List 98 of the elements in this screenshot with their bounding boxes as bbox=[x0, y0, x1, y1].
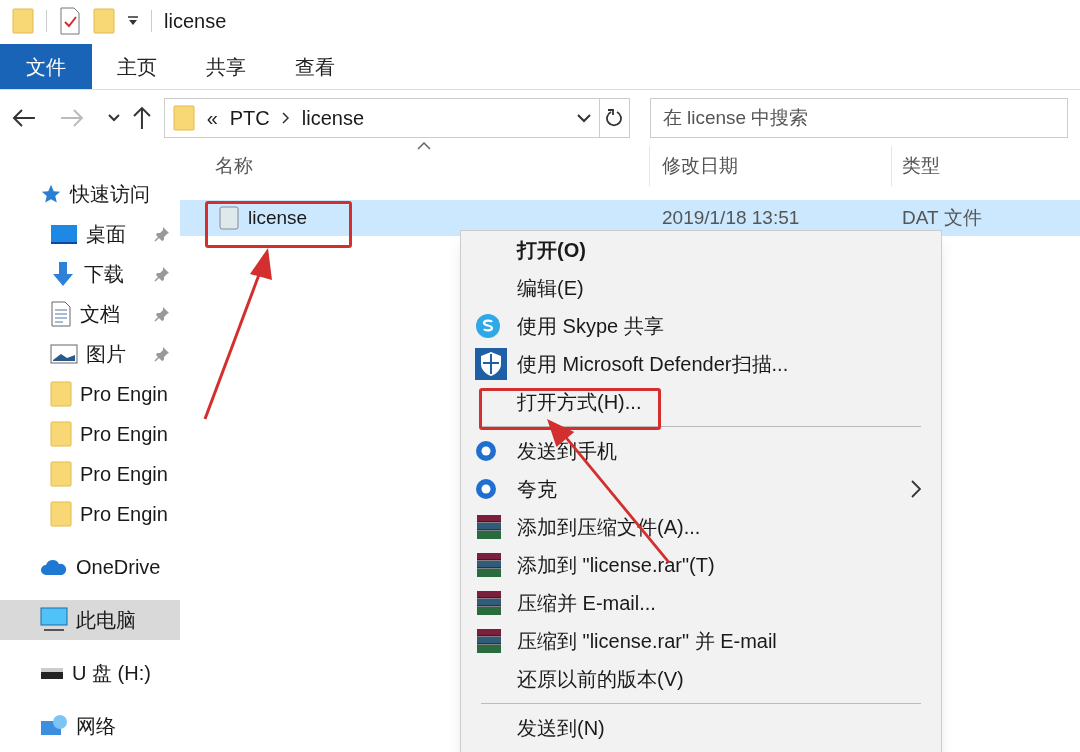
menu-item[interactable]: 打开方式(H)... bbox=[461, 383, 941, 421]
sidebar-item[interactable]: 此电脑 bbox=[0, 600, 180, 640]
drive-icon bbox=[40, 666, 64, 680]
menu-label: 压缩到 "license.rar" 并 E-mail bbox=[517, 629, 777, 654]
menu-label: 发送到(N) bbox=[517, 716, 605, 741]
sidebar-item[interactable]: 图片 bbox=[0, 334, 180, 374]
document-icon bbox=[50, 301, 72, 327]
refresh-icon bbox=[606, 109, 623, 127]
folder-icon bbox=[12, 8, 34, 34]
cloud-icon bbox=[40, 558, 68, 576]
sidebar-label: 图片 bbox=[86, 342, 126, 367]
down-arrow-icon bbox=[50, 261, 76, 287]
sidebar-item[interactable]: Pro Engin bbox=[0, 494, 180, 534]
chevron-down-icon[interactable] bbox=[576, 113, 591, 123]
sidebar-item[interactable]: 网络 bbox=[0, 706, 180, 746]
menu-item[interactable]: 编辑(E) bbox=[461, 269, 941, 307]
folder-icon bbox=[50, 421, 72, 447]
folder-icon bbox=[50, 501, 72, 527]
menu-item[interactable]: 添加到 "license.rar"(T) bbox=[461, 546, 941, 584]
sidebar-item[interactable]: Pro Engin bbox=[0, 454, 180, 494]
ribbon-tab[interactable]: 文件 bbox=[0, 44, 92, 89]
menu-label: 编辑(E) bbox=[517, 276, 584, 301]
file-date: 2019/1/18 13:51 bbox=[661, 205, 801, 230]
menu-item[interactable]: 还原以前的版本(V) bbox=[461, 660, 941, 698]
books-stack-icon bbox=[475, 551, 503, 579]
monitor-icon bbox=[50, 223, 78, 245]
menu-label: 添加到 "license.rar"(T) bbox=[517, 553, 715, 578]
sidebar-item[interactable]: 快速访问 bbox=[0, 174, 180, 214]
shield-icon bbox=[475, 348, 507, 380]
sidebar-label: 网络 bbox=[76, 714, 116, 739]
computer-icon bbox=[40, 607, 68, 633]
books-stack-icon bbox=[475, 513, 503, 541]
sidebar-item[interactable]: 桌面 bbox=[0, 214, 180, 254]
file-row[interactable]: license 2019/1/18 13:51 DAT 文件 bbox=[180, 200, 1080, 236]
sidebar-label: 文档 bbox=[80, 302, 120, 327]
menu-label: 打开方式(H)... bbox=[517, 390, 642, 415]
folder-icon bbox=[172, 105, 195, 131]
star-icon bbox=[40, 183, 62, 205]
menu-label: 使用 Microsoft Defender扫描... bbox=[517, 352, 789, 377]
chevron-right-icon bbox=[281, 112, 290, 124]
ribbon-tab[interactable]: 查看 bbox=[270, 44, 359, 89]
picture-icon bbox=[50, 343, 78, 365]
path-overflow: « bbox=[206, 106, 218, 131]
sidebar-item[interactable]: U 盘 (H:) bbox=[0, 653, 180, 693]
sidebar-label: Pro Engin bbox=[80, 462, 168, 487]
chevron-down-icon[interactable] bbox=[107, 114, 120, 122]
menu-item[interactable]: 使用 Microsoft Defender扫描... bbox=[461, 345, 941, 383]
menu-item[interactable]: 压缩并 E-mail... bbox=[461, 584, 941, 622]
menu-label: 打开(O) bbox=[517, 238, 586, 263]
up-arrow-icon[interactable] bbox=[131, 106, 152, 130]
books-stack-icon bbox=[475, 627, 503, 655]
menu-label: 压缩并 E-mail... bbox=[517, 591, 656, 616]
ribbon-tab[interactable]: 共享 bbox=[181, 44, 270, 89]
properties-icon[interactable] bbox=[59, 7, 81, 35]
sidebar-label: 桌面 bbox=[86, 222, 126, 247]
skype-icon bbox=[475, 313, 501, 339]
dropdown-icon[interactable] bbox=[127, 16, 139, 26]
sidebar-item[interactable]: 下载 bbox=[0, 254, 180, 294]
sidebar-item[interactable]: OneDrive bbox=[0, 547, 180, 587]
books-stack-icon bbox=[475, 589, 503, 617]
sidebar-label: Pro Engin bbox=[80, 382, 168, 407]
folder-icon bbox=[50, 381, 72, 407]
sidebar-item[interactable]: Pro Engin bbox=[0, 374, 180, 414]
sidebar-label: 此电脑 bbox=[76, 608, 136, 633]
sidebar-label: 快速访问 bbox=[70, 182, 150, 207]
sidebar-label: OneDrive bbox=[76, 555, 161, 580]
sidebar-label: Pro Engin bbox=[80, 502, 168, 527]
text-file-icon bbox=[218, 205, 240, 231]
sidebar-item[interactable]: Pro Engin bbox=[0, 414, 180, 454]
column-header[interactable]: 修改日期 bbox=[650, 146, 892, 186]
sidebar-item[interactable]: 文档 bbox=[0, 294, 180, 334]
menu-label: 夸克 bbox=[517, 477, 557, 502]
refresh-button[interactable] bbox=[599, 98, 630, 138]
path-segment[interactable]: license bbox=[301, 103, 365, 133]
sidebar-label: U 盘 (H:) bbox=[72, 661, 151, 686]
circle-icon bbox=[475, 440, 497, 462]
sidebar-label: Pro Engin bbox=[80, 422, 168, 447]
menu-label: 使用 Skype 共享 bbox=[517, 314, 664, 339]
menu-item[interactable]: 夸克 bbox=[461, 470, 941, 508]
file-name: license bbox=[248, 205, 308, 230]
path-segment[interactable]: PTC bbox=[229, 103, 270, 133]
menu-item[interactable]: 压缩到 "license.rar" 并 E-mail bbox=[461, 622, 941, 660]
search-field[interactable]: 在 license 中搜索 bbox=[649, 98, 1068, 138]
column-header[interactable]: 类型 bbox=[892, 146, 940, 186]
menu-item[interactable]: 发送到(N) bbox=[461, 709, 941, 747]
menu-item[interactable]: 使用 Skype 共享 bbox=[461, 307, 941, 345]
folder-icon bbox=[50, 461, 72, 487]
folder-icon bbox=[93, 8, 115, 34]
window-title: license bbox=[164, 9, 227, 34]
address-field[interactable]: « PTC license bbox=[163, 98, 600, 138]
back-arrow-icon[interactable] bbox=[12, 108, 36, 128]
menu-label: 还原以前的版本(V) bbox=[517, 667, 684, 692]
sort-caret-icon bbox=[417, 142, 431, 150]
sidebar-label: 下载 bbox=[84, 262, 124, 287]
circle-icon bbox=[475, 478, 497, 500]
ribbon-tab[interactable]: 主页 bbox=[92, 44, 181, 89]
column-header[interactable]: 名称 bbox=[180, 146, 650, 186]
file-type: DAT 文件 bbox=[901, 205, 982, 230]
